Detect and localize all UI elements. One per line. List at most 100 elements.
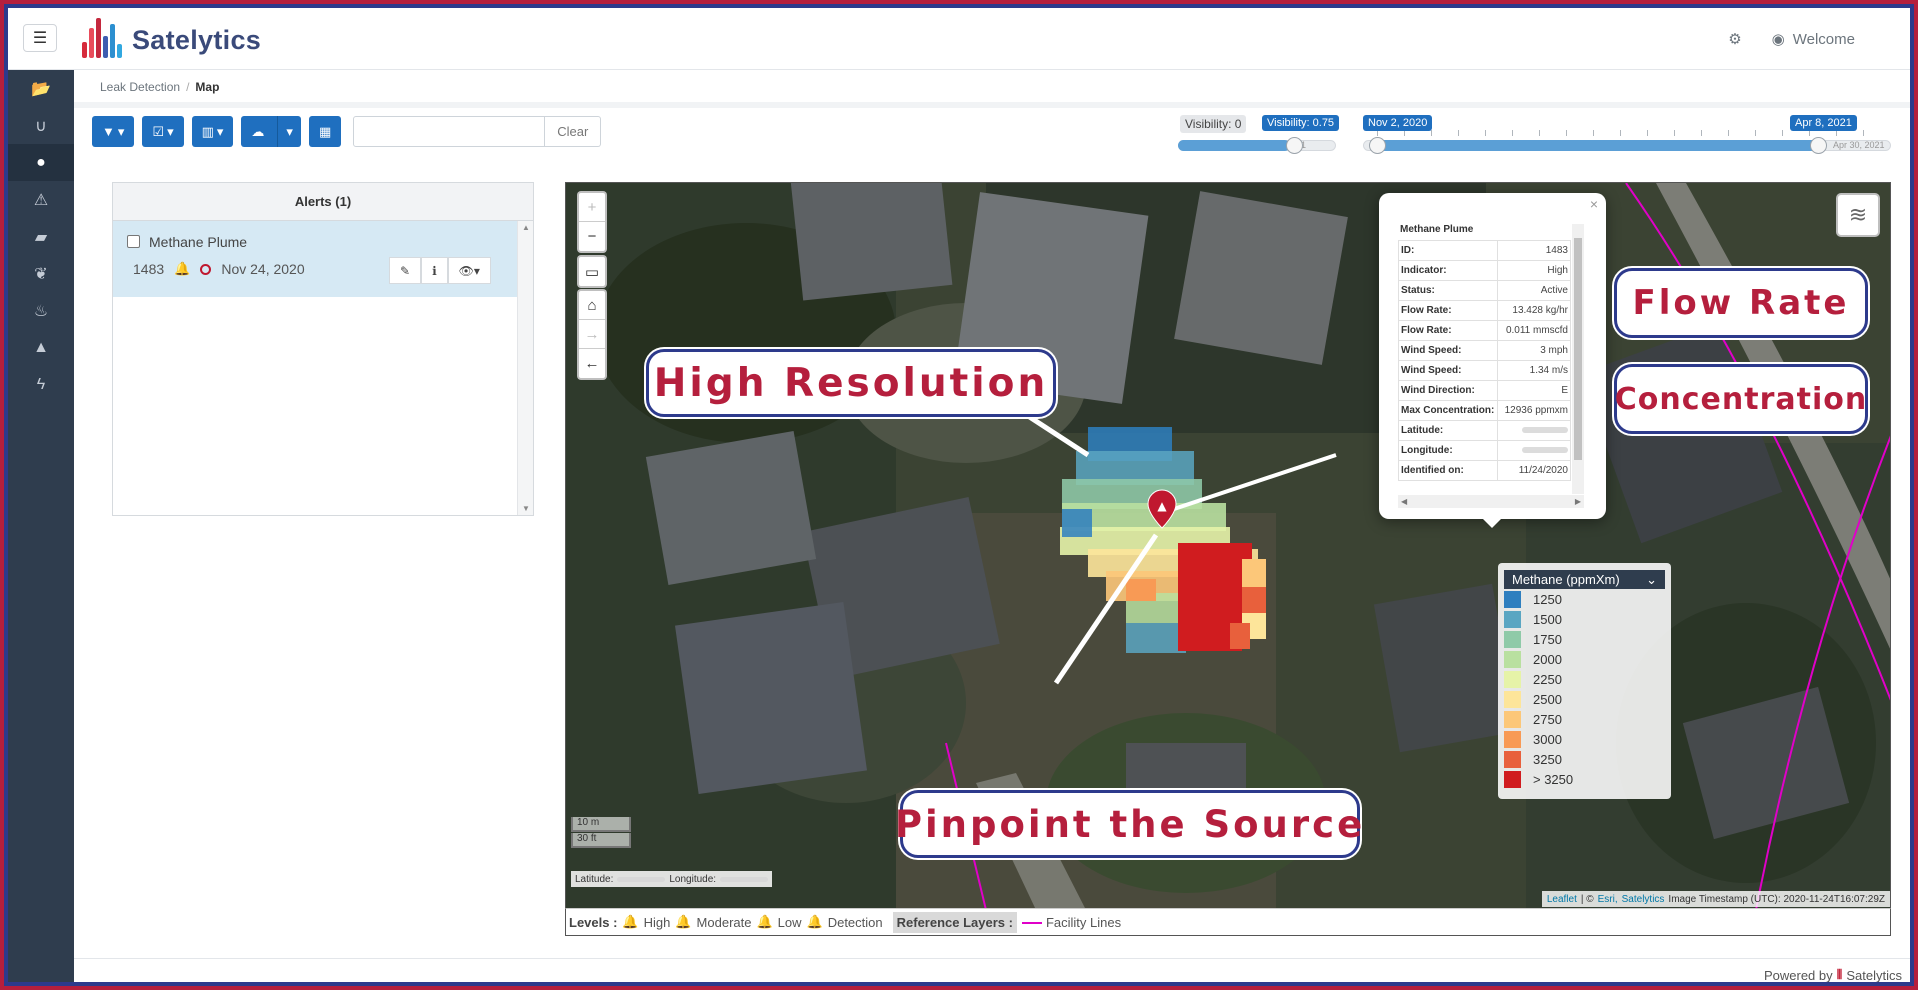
sidebar-item-power[interactable]: ϟ xyxy=(8,366,74,403)
measure-ruler-button[interactable]: ▭ xyxy=(579,257,605,286)
logo: Satelytics xyxy=(80,16,261,64)
popup-key: Status: xyxy=(1398,280,1498,301)
sidebar-item-files[interactable]: 📂 xyxy=(8,70,74,107)
popup-value-redacted xyxy=(1497,420,1571,441)
divider xyxy=(74,102,1910,108)
visibility-handle[interactable] xyxy=(1286,137,1303,154)
sidebar-item-warnings[interactable]: ⚠ xyxy=(8,181,74,218)
forward-button[interactable]: → xyxy=(579,320,605,349)
legend-swatch xyxy=(1504,610,1521,628)
legend-swatch xyxy=(1504,670,1521,688)
zoom-control: + − xyxy=(577,191,607,253)
table-view-button[interactable]: ▦ xyxy=(308,116,342,147)
app-name: Satelytics xyxy=(132,24,262,55)
sidebar: 📂 ∪ ● ⚠ ▰ ❦ ♨ ▲ ϟ xyxy=(8,70,74,982)
popup-vertical-scrollbar[interactable] xyxy=(1572,224,1584,494)
timeline-tick xyxy=(1755,130,1756,136)
levels-label: Levels : xyxy=(569,914,618,930)
level-high: High xyxy=(643,914,671,930)
levels-bar: Levels : 🔔 High 🔔 Moderate 🔔 Low 🔔 Detection… xyxy=(565,908,1891,936)
info-icon: ℹ xyxy=(432,263,437,278)
hamburger-menu-button[interactable]: ☰ xyxy=(23,24,57,52)
legend-label: > 3250 xyxy=(1533,771,1574,787)
eye-icon: 👁 xyxy=(458,263,474,278)
legend-header[interactable]: Methane (ppmXm) ⌄ xyxy=(1504,570,1665,589)
edit-alert-button[interactable]: ✎ xyxy=(389,257,422,284)
leaf-icon: ❦ xyxy=(34,265,48,283)
timeline-slider[interactable]: Apr 30, 2021 Nov 2, 2020 Apr 8, 2021 xyxy=(1363,112,1891,154)
measure-control: ▭ xyxy=(577,255,607,288)
zoom-in-button[interactable]: + xyxy=(579,193,605,222)
legend-item: 2500 xyxy=(1504,689,1665,709)
satelytics-link[interactable]: Satelytics xyxy=(1622,894,1665,905)
breadcrumb-current: Map xyxy=(195,80,220,94)
visibility-value-tag: Visibility: 0.75 xyxy=(1262,115,1340,131)
sidebar-item-magnet[interactable]: ∪ xyxy=(8,107,74,144)
logo-mark-icon xyxy=(80,18,124,62)
timeline-start-handle[interactable] xyxy=(1369,137,1386,154)
facility-lines-label[interactable]: Facility Lines xyxy=(1046,915,1121,930)
legend-swatch xyxy=(1504,690,1521,708)
popup-close-icon[interactable]: × xyxy=(1590,196,1598,212)
visibility-min-tag: Visibility: 0 xyxy=(1180,115,1247,133)
layers-button[interactable]: ≋ xyxy=(1836,193,1880,237)
scroll-up-icon[interactable]: ▲ xyxy=(522,223,530,232)
map-layers-button[interactable]: ▥ ▾ xyxy=(191,116,234,147)
magnet-icon: ∪ xyxy=(35,117,47,135)
timeline-fill xyxy=(1373,140,1823,151)
bell-low-icon: 🔔 xyxy=(756,914,773,929)
legend-swatch xyxy=(1504,710,1521,728)
sidebar-item-building[interactable]: ▰ xyxy=(8,218,74,255)
status-active-icon xyxy=(200,263,212,275)
settings-users-icon[interactable]: ⚙ xyxy=(1728,30,1741,48)
cursor-coordinates: Latitude: Longitude: xyxy=(571,871,773,887)
alert-list-item[interactable]: Methane Plume 1483 🔔 Nov 24, 2020 ✎ ℹ 👁 ▾ xyxy=(113,221,517,297)
scroll-right-icon[interactable]: ▶ xyxy=(1575,497,1581,506)
caret-down-icon: ▾ xyxy=(277,116,301,147)
clear-button[interactable]: Clear xyxy=(545,116,602,147)
legend-label: 3000 xyxy=(1533,731,1562,747)
filter-button[interactable]: ▼ ▾ xyxy=(92,116,135,147)
popup-horizontal-scrollbar[interactable]: ◀ ▶ xyxy=(1398,495,1584,508)
alert-info-button[interactable]: ℹ xyxy=(421,257,448,284)
scroll-left-icon[interactable]: ◀ xyxy=(1401,497,1407,506)
popup-value: 1.34 m/s xyxy=(1497,360,1571,381)
zoom-out-button[interactable]: − xyxy=(579,222,605,251)
sidebar-item-temperature[interactable]: ♨ xyxy=(8,292,74,329)
latitude-label: Latitude: xyxy=(575,873,614,885)
attribution-separator: | © xyxy=(1580,893,1594,905)
legend-label: 2000 xyxy=(1533,651,1562,667)
arrow-right-icon: → xyxy=(584,325,600,343)
esri-link[interactable]: Esri, xyxy=(1598,894,1618,905)
user-menu[interactable]: ◉ Welcome xyxy=(1772,30,1855,49)
sidebar-item-trees[interactable]: ▲ xyxy=(8,329,74,366)
layers-icon: ≋ xyxy=(1848,202,1868,227)
timeline-end-handle[interactable] xyxy=(1810,137,1827,154)
back-button[interactable]: ← xyxy=(579,349,605,378)
popup-value: 0.011 mmscfd xyxy=(1497,320,1571,341)
view-options-button[interactable]: 👁 ▾ xyxy=(447,257,491,284)
download-button[interactable]: ☁ ▾ xyxy=(241,116,301,147)
pencil-icon: ✎ xyxy=(400,263,411,278)
popup-key: Flow Rate: xyxy=(1398,300,1498,321)
tree-icon: ▲ xyxy=(33,338,49,356)
sidebar-item-leak-detection[interactable]: ● xyxy=(8,144,74,181)
footer-brand: Satelytics xyxy=(1846,967,1902,983)
home-button[interactable]: ⌂ xyxy=(579,291,605,320)
select-button[interactable]: ☑ ▾ xyxy=(142,116,184,147)
legend-item: 1750 xyxy=(1504,629,1665,649)
facility-line-swatch xyxy=(1021,922,1042,925)
visibility-slider[interactable]: 1 Visibility: 0 Visibility: 0.75 xyxy=(1178,112,1340,154)
checkbox-icon: ☑ xyxy=(152,123,165,139)
alert-id: 1483 xyxy=(133,261,165,277)
timeline-tick xyxy=(1458,130,1459,136)
sidebar-item-vegetation[interactable]: ❦ xyxy=(8,255,74,292)
breadcrumb-parent[interactable]: Leak Detection xyxy=(100,80,180,94)
building-icon: ▰ xyxy=(34,228,48,246)
scroll-down-icon[interactable]: ▼ xyxy=(522,504,530,513)
alert-checkbox[interactable] xyxy=(127,235,140,248)
alerts-scrollbar[interactable]: ▲ ▼ xyxy=(517,221,533,515)
popup-key: Wind Direction: xyxy=(1398,380,1498,401)
leaflet-link[interactable]: Leaflet xyxy=(1547,894,1577,905)
search-input[interactable] xyxy=(353,116,546,147)
